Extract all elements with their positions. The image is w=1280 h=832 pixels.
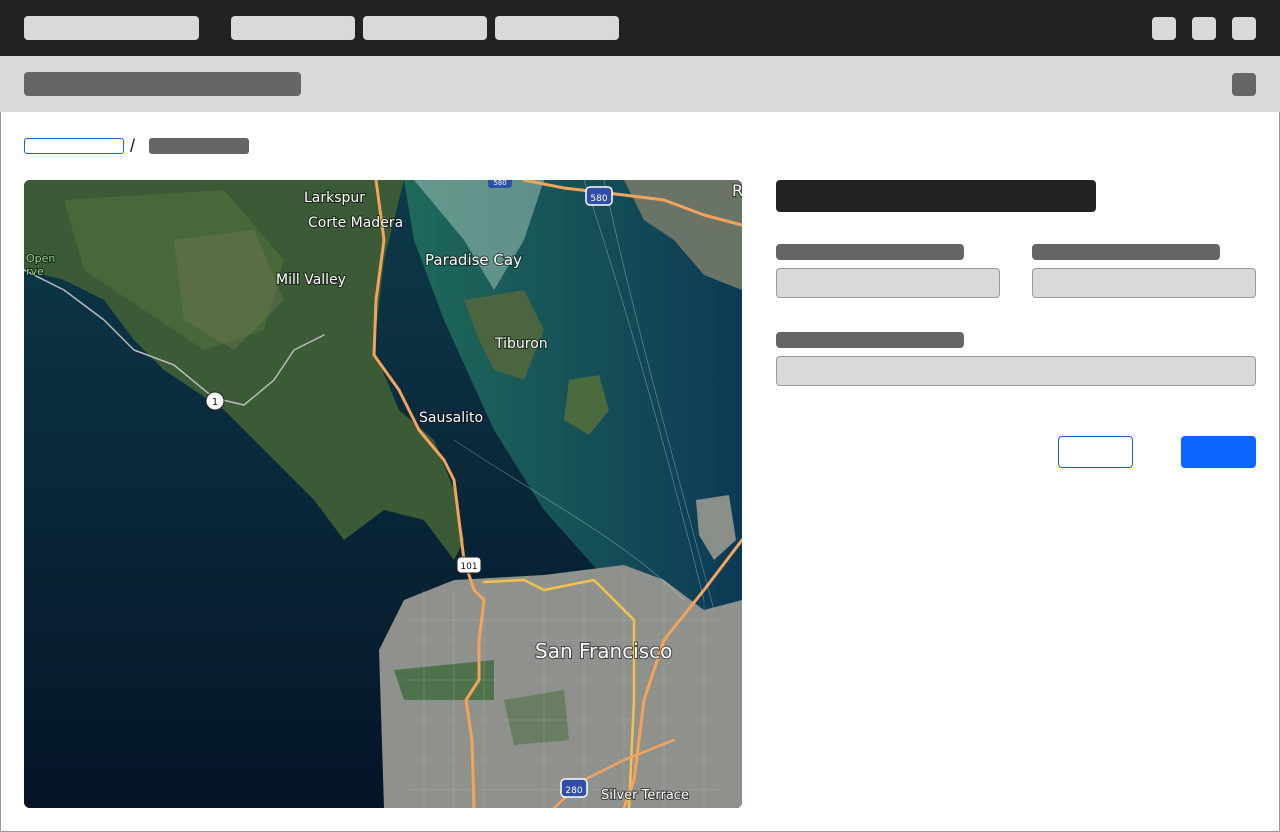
i580-top-shield: 580 bbox=[488, 180, 512, 188]
label-larkspur: Larkspur bbox=[304, 190, 365, 206]
toolbar-icon-1[interactable] bbox=[1152, 17, 1176, 40]
field-3-input[interactable] bbox=[776, 356, 1256, 386]
label-sausalito: Sausalito bbox=[419, 410, 483, 426]
nav-item-3[interactable] bbox=[495, 16, 619, 40]
i280-shield: 280 bbox=[560, 778, 588, 798]
us-101-number: 101 bbox=[460, 562, 477, 572]
i580-number: 580 bbox=[590, 194, 607, 204]
label-open-space: Open bbox=[26, 252, 55, 265]
label-san-francisco: San Francisco bbox=[535, 639, 672, 663]
label-corte-madera: Corte Madera bbox=[308, 215, 403, 231]
field-1-input[interactable] bbox=[776, 268, 1000, 298]
i280-number: 280 bbox=[565, 786, 582, 796]
breadcrumb-link[interactable] bbox=[24, 138, 124, 154]
field-2-label bbox=[1032, 244, 1220, 260]
form-title bbox=[776, 180, 1096, 212]
nav-item-1[interactable] bbox=[231, 16, 355, 40]
nav-item-2[interactable] bbox=[363, 16, 487, 40]
toolbar-icon-3[interactable] bbox=[1232, 17, 1256, 40]
map-canvas: 1 101 580 580 280 Larkspur Corte Madera … bbox=[24, 180, 742, 808]
header-action-icon[interactable] bbox=[1232, 73, 1256, 96]
breadcrumb-separator: / bbox=[130, 136, 136, 156]
toolbar-icon-2[interactable] bbox=[1192, 17, 1216, 40]
label-mill-valley: Mill Valley bbox=[276, 272, 346, 288]
label-silver-terrace: Silver Terrace bbox=[601, 788, 689, 803]
cancel-button[interactable] bbox=[1058, 436, 1133, 468]
label-tiburon: Tiburon bbox=[494, 336, 548, 352]
app-logo[interactable] bbox=[24, 16, 199, 40]
label-edge: R bbox=[732, 181, 742, 200]
hwy-1-shield: 1 bbox=[205, 391, 225, 411]
submit-button[interactable] bbox=[1181, 436, 1256, 468]
page-header bbox=[0, 56, 1280, 112]
i580-top-number: 580 bbox=[493, 180, 506, 187]
breadcrumb-current bbox=[149, 138, 249, 154]
label-open-space-2: rve bbox=[26, 265, 44, 278]
page-title bbox=[24, 72, 301, 96]
field-3-label bbox=[776, 332, 964, 348]
i580-shield: 580 bbox=[585, 186, 613, 206]
hwy-1-number: 1 bbox=[212, 397, 218, 408]
map-view[interactable]: 1 101 580 580 280 Larkspur Corte Madera … bbox=[24, 180, 742, 808]
field-2-input[interactable] bbox=[1032, 268, 1256, 298]
top-nav-bar bbox=[0, 0, 1280, 56]
label-paradise-cay: Paradise Cay bbox=[425, 251, 522, 269]
us-101-shield: 101 bbox=[456, 556, 482, 574]
field-1-label bbox=[776, 244, 964, 260]
